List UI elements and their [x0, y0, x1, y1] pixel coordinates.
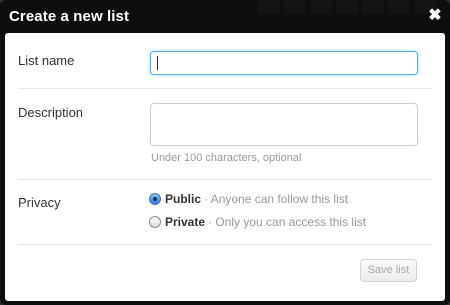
create-list-dialog: Create a new list ✖ List name Descriptio… — [0, 0, 450, 305]
list-name-input[interactable] — [150, 51, 418, 75]
divider — [18, 179, 432, 180]
private-option-title: Private — [165, 215, 206, 229]
text-caret — [157, 56, 158, 70]
dialog-body: List name Description Under 100 characte… — [5, 33, 445, 301]
list-name-label: List name — [18, 53, 75, 68]
description-label: Description — [18, 105, 84, 120]
public-option-title: Public — [165, 192, 202, 206]
dialog-title: Create a new list — [9, 8, 130, 25]
private-option-description: · Only you can access this list — [208, 215, 367, 229]
privacy-label: Privacy — [18, 195, 61, 210]
save-list-button[interactable]: Save list — [360, 259, 417, 282]
public-option-description: · Anyone can follow this list — [204, 192, 349, 206]
privacy-option-public[interactable]: Public · Anyone can follow this list — [149, 192, 348, 206]
divider — [18, 88, 432, 89]
dialog-header: Create a new list ✖ — [0, 0, 450, 34]
radio-checked-icon[interactable] — [149, 193, 161, 205]
close-icon[interactable]: ✖ — [428, 8, 442, 24]
description-hint: Under 100 characters, optional — [151, 152, 302, 164]
radio-unchecked-icon[interactable] — [149, 216, 161, 228]
divider — [18, 244, 432, 245]
description-input[interactable] — [150, 103, 418, 146]
privacy-option-private[interactable]: Private · Only you can access this list — [149, 215, 366, 229]
